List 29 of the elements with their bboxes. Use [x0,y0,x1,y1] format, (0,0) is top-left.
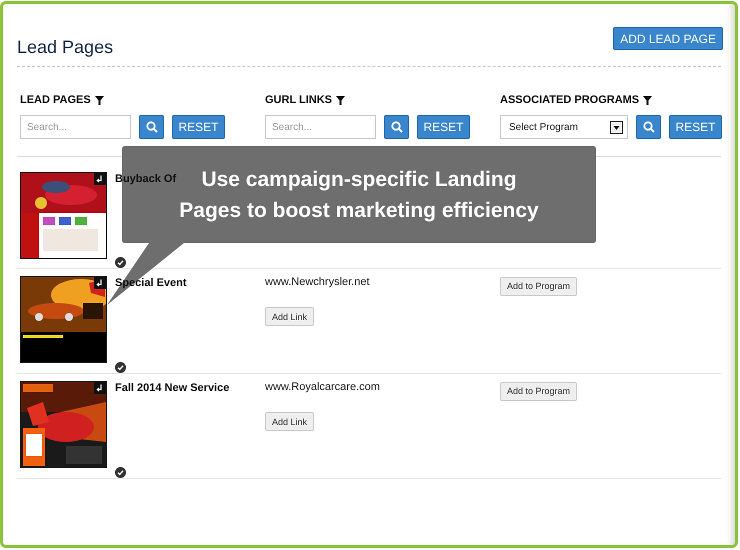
search-icon [642,121,654,133]
page-title: Lead Pages [17,37,114,58]
column-heading: GURL LINKS [265,94,332,106]
column-heading: ASSOCIATED PROGRAMS [500,94,640,106]
add-to-program-button[interactable]: Add to Program [500,276,578,296]
column-heading: LEAD PAGES [20,94,91,106]
add-link-button[interactable]: Add Link [265,412,314,431]
program-dropdown[interactable]: Select Program [500,115,628,139]
filter-icon [643,96,652,104]
reset-button[interactable]: RESET [669,115,722,139]
search-button[interactable] [384,115,409,139]
search-field[interactable]: Search... [265,115,376,139]
callout-text: Use campaign-specific Landing Pages to boost marketing efficiency [178,166,540,224]
filter-icon [336,96,346,104]
reset-button[interactable]: RESET [417,115,470,139]
checkmark-icon [115,467,126,478]
search-icon [390,121,402,133]
checkmark-icon [115,362,126,373]
search-button[interactable] [636,115,661,139]
search-field[interactable]: Search... [20,115,131,139]
add-link-button[interactable]: Add Link [265,307,314,326]
search-button[interactable] [139,115,164,139]
filter-icon [94,96,104,104]
lead-page-title: Fall 2014 New Service [115,382,230,394]
add-to-program-button[interactable]: Add to Program [500,382,578,400]
checkmark-icon [115,257,126,268]
search-icon [146,121,158,133]
add-lead-page-button[interactable]: ADD LEAD PAGE [613,27,723,50]
reset-button[interactable]: RESET [172,115,225,139]
